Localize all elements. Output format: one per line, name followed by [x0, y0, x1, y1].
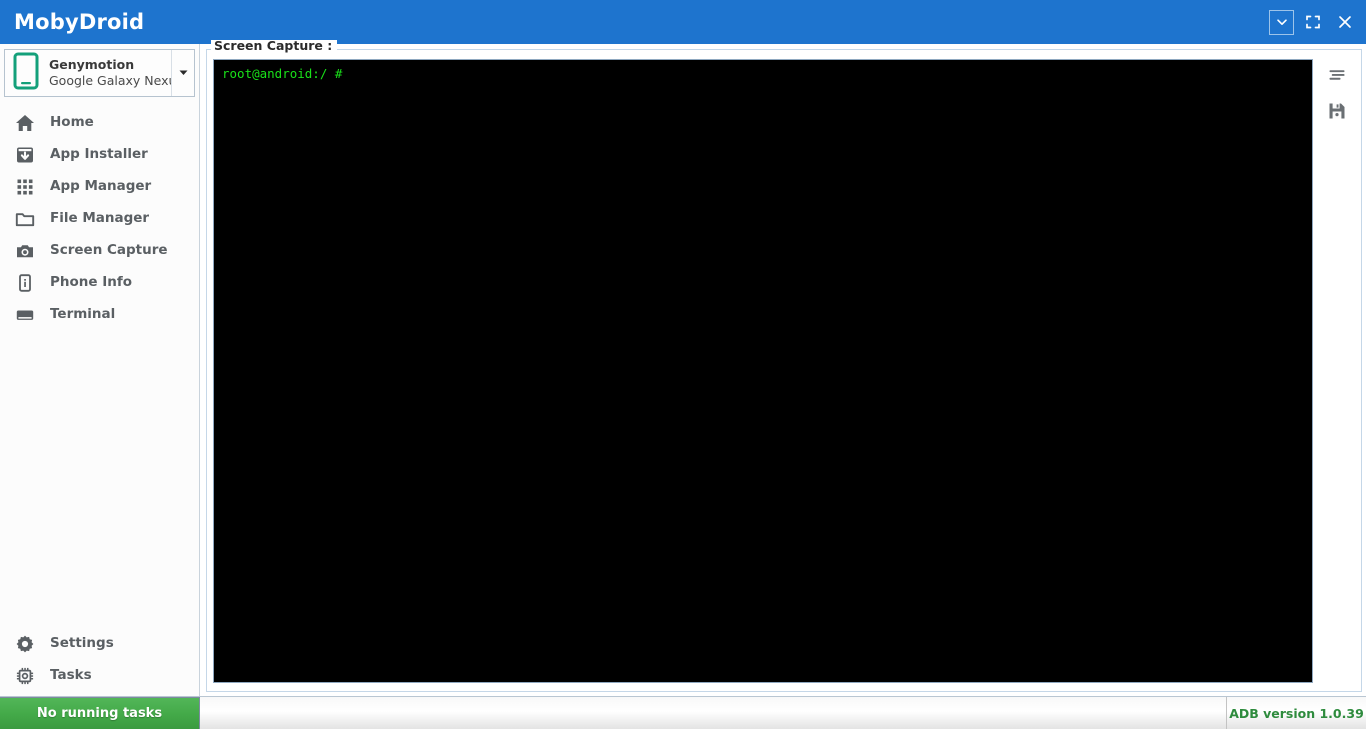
window-controls	[1269, 0, 1358, 44]
groupbox-title: Screen Capture :	[211, 39, 338, 53]
device-text: Genymotion Google Galaxy Nexus	[49, 58, 171, 87]
sidebar-item-label: Terminal	[50, 306, 116, 323]
camera-icon	[14, 240, 36, 262]
minimize-button[interactable]	[1269, 9, 1294, 35]
sidebar-item-label: Home	[50, 114, 94, 131]
close-button[interactable]	[1332, 9, 1358, 35]
sidebar-nav-bottom: Settings Tasks	[0, 628, 199, 696]
sidebar-item-tasks[interactable]: Tasks	[0, 660, 199, 692]
grid-icon	[14, 176, 36, 198]
device-name: Genymotion	[49, 58, 135, 73]
sidebar-nav: Home App Installer App Manager File Mana…	[0, 107, 199, 331]
terminal-output[interactable]: root@android:/ #	[213, 59, 1313, 683]
terminal-icon	[14, 304, 36, 326]
groupbox-inner: root@android:/ #	[213, 59, 1355, 683]
maximize-button[interactable]	[1300, 9, 1326, 35]
fullscreen-icon	[1305, 14, 1321, 30]
close-icon	[1337, 14, 1353, 30]
sidebar-item-terminal[interactable]: Terminal	[0, 299, 199, 331]
cpu-gear-icon	[14, 665, 36, 687]
sidebar: Genymotion Google Galaxy Nexus Home App …	[0, 44, 200, 696]
groupbox-top-border	[207, 49, 1361, 50]
sidebar-item-app-installer[interactable]: App Installer	[0, 139, 199, 171]
terminal-toolbar	[1319, 59, 1355, 683]
app-title: MobyDroid	[14, 9, 145, 34]
status-bar-spacer	[200, 697, 1226, 729]
chevron-down-icon	[1275, 15, 1289, 29]
sidebar-item-label: File Manager	[50, 210, 150, 227]
lines-icon	[1327, 65, 1347, 89]
status-bar: No running tasks ADB version 1.0.39	[0, 696, 1366, 729]
device-selector-main[interactable]: Genymotion Google Galaxy Nexus	[5, 50, 172, 96]
chevron-down-icon	[177, 64, 190, 83]
running-tasks-button[interactable]: No running tasks	[0, 697, 200, 729]
sidebar-item-app-manager[interactable]: App Manager	[0, 171, 199, 203]
screen-capture-groupbox: Screen Capture : root@android:/ #	[206, 39, 1362, 692]
folder-icon	[14, 208, 36, 230]
save-button[interactable]	[1326, 102, 1348, 124]
sidebar-item-label: App Installer	[50, 146, 148, 163]
content-area: Screen Capture : root@android:/ #	[200, 39, 1366, 696]
sidebar-item-label: App Manager	[50, 178, 152, 195]
device-model: Google Galaxy Nexus	[49, 72, 171, 88]
app-window: MobyDroid Genymotion Google Galaxy Nexus…	[0, 0, 1366, 729]
home-icon	[14, 112, 36, 134]
phone-icon	[13, 52, 39, 94]
groupbox-line-right	[311, 49, 1361, 50]
sidebar-item-label: Phone Info	[50, 274, 133, 291]
sidebar-item-label: Tasks	[50, 667, 92, 684]
floppy-save-icon	[1327, 101, 1347, 125]
phone-info-icon	[14, 272, 36, 294]
sidebar-item-phone-info[interactable]: Phone Info	[0, 267, 199, 299]
sidebar-item-screen-capture[interactable]: Screen Capture	[0, 235, 199, 267]
adb-version-label: ADB version 1.0.39	[1226, 697, 1366, 729]
gear-icon	[14, 633, 36, 655]
download-box-icon	[14, 144, 36, 166]
sidebar-item-settings[interactable]: Settings	[0, 628, 199, 660]
device-selector[interactable]: Genymotion Google Galaxy Nexus	[4, 49, 195, 97]
sidebar-item-label: Screen Capture	[50, 242, 168, 259]
body: Genymotion Google Galaxy Nexus Home App …	[0, 39, 1366, 696]
sidebar-item-home[interactable]: Home	[0, 107, 199, 139]
terminal-line: root@android:/ #	[222, 66, 343, 81]
sidebar-item-label: Settings	[50, 635, 114, 652]
clear-lines-button[interactable]	[1326, 66, 1348, 88]
title-bar: MobyDroid	[0, 0, 1366, 44]
sidebar-item-file-manager[interactable]: File Manager	[0, 203, 199, 235]
device-dropdown-arrow[interactable]	[172, 50, 194, 96]
